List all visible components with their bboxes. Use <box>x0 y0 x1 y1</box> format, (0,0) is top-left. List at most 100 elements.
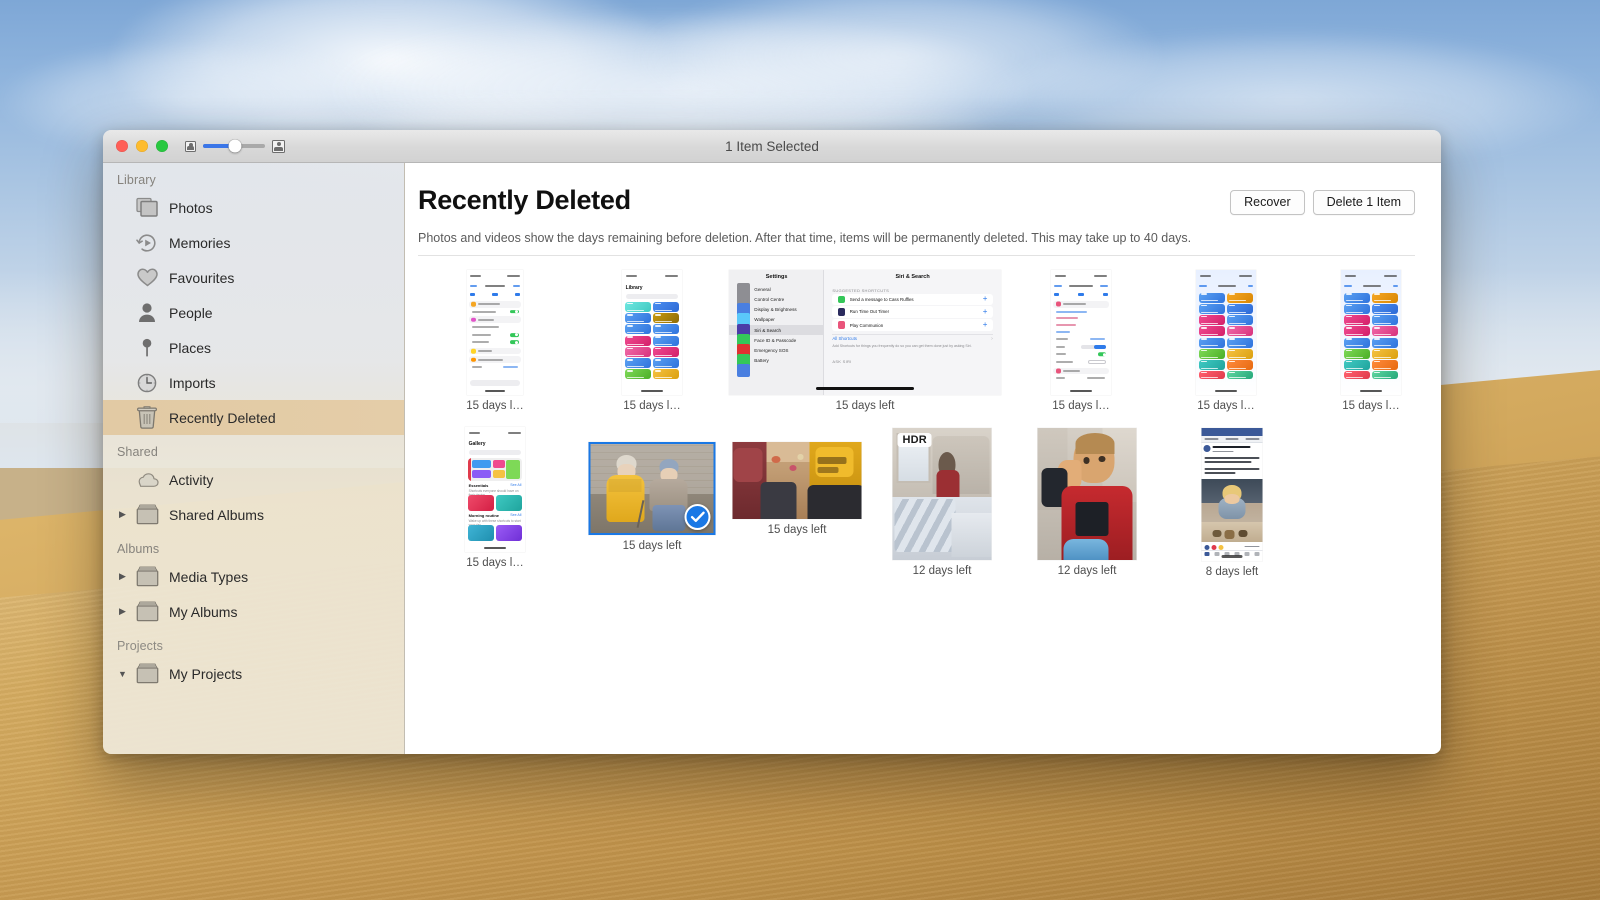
window-controls <box>103 140 168 152</box>
sidebar-item-places[interactable]: Places <box>103 330 404 365</box>
delete-button[interactable]: Delete 1 Item <box>1312 190 1415 215</box>
selection-checkmark-icon <box>684 504 711 530</box>
photo-thumbnail[interactable] <box>1196 270 1256 395</box>
sidebar-item-label: Recently Deleted <box>169 409 276 426</box>
photo-caption: 15 days l… <box>623 400 681 412</box>
thumbnail-zoom-control[interactable] <box>185 139 285 153</box>
photo-cell[interactable]: 15 days l… <box>430 264 560 412</box>
photo-cell[interactable]: 15 days left <box>732 412 862 572</box>
photo-cell[interactable]: Gallery Essentials See All Shortcuts eve… <box>430 412 560 572</box>
photo-caption: 15 days left <box>622 540 682 552</box>
zoom-slider[interactable] <box>203 139 265 153</box>
sidebar-item-label: Places <box>169 339 212 356</box>
sidebar-item-label: People <box>169 304 213 321</box>
sidebar-item-my-albums[interactable]: ▶ My Albums <box>103 594 404 629</box>
minimize-button[interactable] <box>136 140 148 152</box>
photo-thumbnail[interactable] <box>1051 270 1111 395</box>
sidebar-item-label: Imports <box>169 374 216 391</box>
sidebar-item-shared-albums[interactable]: ▶ Shared Albums <box>103 497 404 532</box>
maximize-button[interactable] <box>156 140 168 152</box>
sidebar-item-photos[interactable]: Photos <box>103 190 404 225</box>
sidebar-item-media-types[interactable]: ▶ Media Types <box>103 559 404 594</box>
memories-icon <box>130 232 164 254</box>
photo-caption: 12 days left <box>1057 565 1117 577</box>
ios-screenshot: Gallery Essentials See All Shortcuts eve… <box>465 427 525 552</box>
photo-caption: 15 days l… <box>1342 400 1400 412</box>
photo-thumbnail[interactable]: HDR <box>892 428 992 560</box>
photo-grid-row: 15 days l… Library 15 days l… Settings S… <box>430 264 1441 412</box>
sidebar-item-imports[interactable]: Imports <box>103 365 404 400</box>
small-thumbnail-icon[interactable] <box>185 140 196 152</box>
photo-cell[interactable]: 8 days left <box>1167 412 1297 578</box>
trash-icon <box>130 406 164 429</box>
ipad-screenshot: Settings Siri & Search General Control C… <box>729 270 1001 395</box>
map-pin-icon <box>130 337 164 359</box>
ios-status-bar <box>1341 270 1401 281</box>
sidebar-section-projects: Projects <box>117 639 163 653</box>
sidebar-item-people[interactable]: People <box>103 295 404 330</box>
header-divider <box>418 255 1415 256</box>
sidebar-item-my-projects[interactable]: ▼ My Projects <box>103 656 404 691</box>
photo-cell[interactable]: 12 days left <box>1022 412 1152 577</box>
photo-thumbnail[interactable]: Library <box>622 270 682 395</box>
photo-thumbnail[interactable]: Settings Siri & Search General Control C… <box>729 270 1001 395</box>
album-icon <box>130 566 164 587</box>
action-buttons: Recover Delete 1 Item <box>1230 187 1415 215</box>
sidebar-item-activity[interactable]: Activity <box>103 462 404 497</box>
photo-caption: 15 days l… <box>1052 400 1110 412</box>
zoom-slider-knob[interactable] <box>228 139 242 153</box>
sidebar-item-label: Activity <box>169 471 214 488</box>
disclosure-triangle-icon[interactable]: ▶ <box>117 509 128 520</box>
photo-cell[interactable]: 15 days l… <box>1161 264 1291 412</box>
content-area: Recently Deleted Recover Delete 1 Item P… <box>405 163 1441 754</box>
sidebar-section-albums: Albums <box>117 542 160 556</box>
photo-cell[interactable]: 15 days l… <box>1306 264 1436 412</box>
photo-cell[interactable]: 15 days l… <box>1016 264 1146 412</box>
photo-caption: 15 days left <box>835 400 895 412</box>
photo-cell[interactable]: HDR 12 days left <box>877 412 1007 577</box>
album-icon <box>130 601 164 622</box>
photo-thumbnail[interactable] <box>588 442 716 535</box>
sidebar-item-label: Shared Albums <box>169 506 264 523</box>
photo-thumbnail[interactable] <box>1201 428 1263 561</box>
sidebar-item-memories[interactable]: Memories <box>103 225 404 260</box>
sidebar-section-library: Library <box>117 173 156 187</box>
ios-search-field <box>625 293 679 300</box>
close-button[interactable] <box>116 140 128 152</box>
ios-status-bar <box>622 270 682 281</box>
sidebar-item-recently-deleted[interactable]: Recently Deleted <box>103 400 404 435</box>
ios-nav-bar <box>1196 281 1256 290</box>
ios-nav-bar <box>1341 281 1401 290</box>
ios-nav-bar <box>1051 281 1111 290</box>
photo-cell[interactable]: Settings Siri & Search General Control C… <box>720 264 1010 412</box>
hdr-badge: HDR <box>897 433 932 447</box>
disclosure-triangle-icon[interactable]: ▶ <box>117 606 128 617</box>
photo-thumbnail[interactable] <box>467 270 523 395</box>
ios-status-bar <box>465 427 525 438</box>
photo-thumbnail[interactable] <box>732 442 862 519</box>
sidebar-item-label: Photos <box>169 199 213 216</box>
sidebar-item-favourites[interactable]: Favourites <box>103 260 404 295</box>
photo-cell[interactable]: Library 15 days l… <box>587 264 717 412</box>
photo-caption: 15 days l… <box>466 557 524 569</box>
ios-nav-bar <box>467 281 523 290</box>
photo-thumbnail[interactable] <box>1037 428 1137 560</box>
album-icon <box>130 504 164 525</box>
photo-caption: 15 days l… <box>466 400 524 412</box>
photo-thumbnail[interactable] <box>1341 270 1401 395</box>
recover-button[interactable]: Recover <box>1230 190 1305 215</box>
ios-screenshot <box>467 270 523 395</box>
photo-caption: 15 days left <box>767 524 827 536</box>
ios-screenshot <box>1341 270 1401 395</box>
photo-image <box>1037 428 1137 560</box>
sidebar-item-label: My Projects <box>169 665 243 682</box>
disclosure-triangle-icon[interactable]: ▼ <box>117 669 128 679</box>
ios-screen-title: Gallery <box>468 440 486 447</box>
disclosure-triangle-icon[interactable]: ▶ <box>117 571 128 582</box>
ios-home-indicator <box>1221 555 1243 558</box>
photos-window: 1 Item Selected Library Photos Memories … <box>103 130 1441 754</box>
photo-cell-selected[interactable]: 15 days left <box>587 412 717 572</box>
ios-screenshot <box>1201 428 1263 561</box>
photo-thumbnail[interactable]: Gallery Essentials See All Shortcuts eve… <box>465 427 525 552</box>
large-thumbnail-icon[interactable] <box>272 139 285 153</box>
